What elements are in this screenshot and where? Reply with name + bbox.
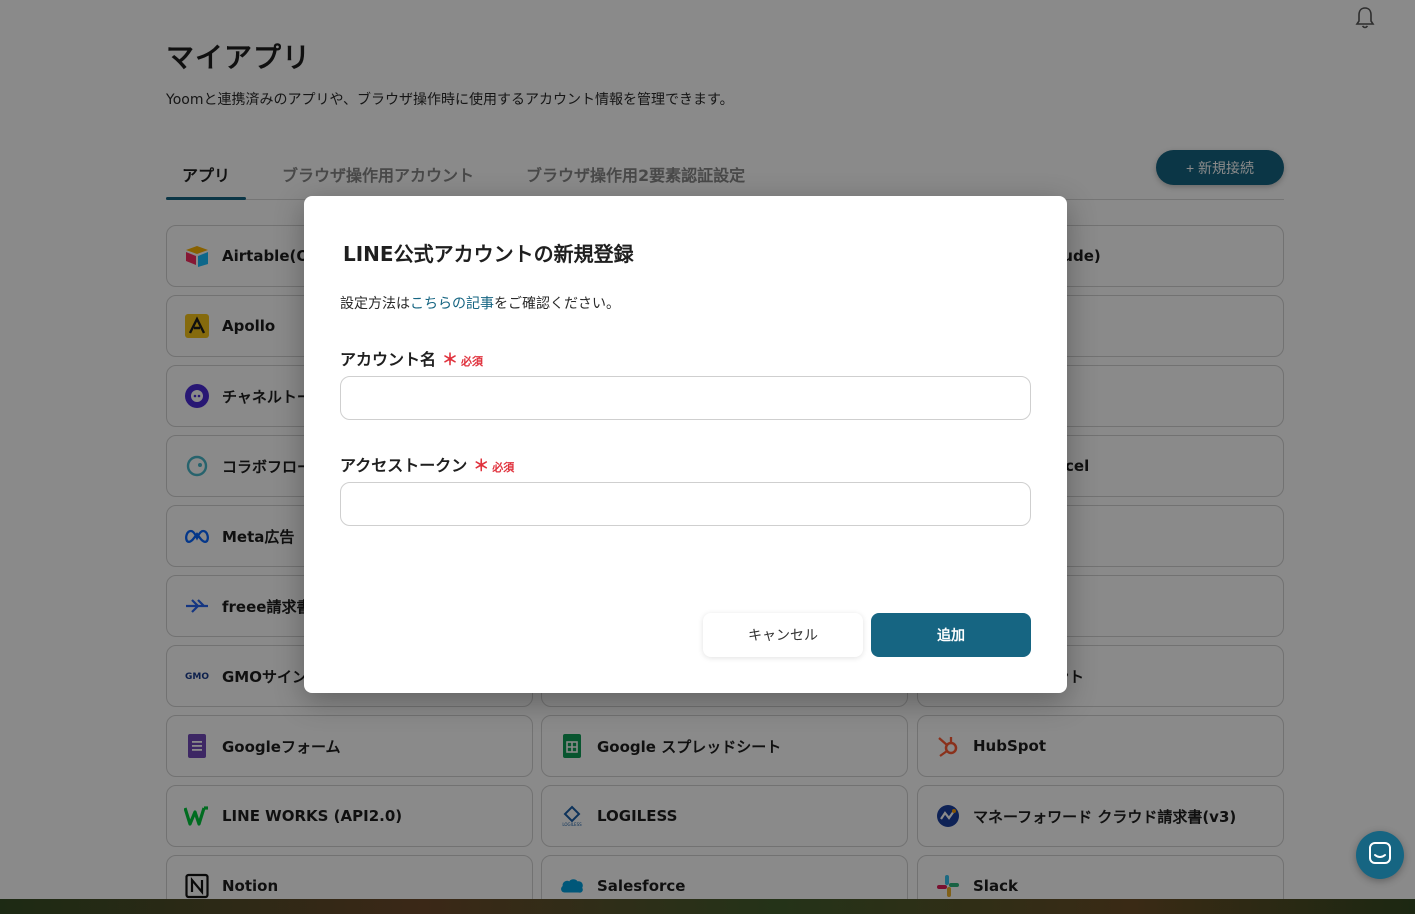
required-text: 必須 xyxy=(461,355,484,368)
cancel-button[interactable]: キャンセル xyxy=(703,613,863,657)
modal-title: LINE公式アカウントの新規登録 xyxy=(343,242,634,266)
access-token-input[interactable] xyxy=(340,482,1031,526)
field-label-text: アクセストークン xyxy=(340,456,468,475)
chat-icon xyxy=(1368,841,1392,869)
add-button[interactable]: 追加 xyxy=(871,613,1031,657)
article-link[interactable]: こちらの記事 xyxy=(410,296,494,312)
background-image-strip xyxy=(0,899,1415,914)
info-prefix: 設定方法は xyxy=(340,296,410,312)
account-name-input[interactable] xyxy=(340,376,1031,420)
required-text: 必須 xyxy=(492,461,515,474)
required-asterisk: ＊ xyxy=(473,456,490,475)
info-suffix: をご確認ください。 xyxy=(494,296,620,312)
line-official-account-registration-modal: LINE公式アカウントの新規登録 設定方法はこちらの記事をご確認ください。 アカ… xyxy=(304,196,1067,693)
field-label-text: アカウント名 xyxy=(340,350,437,369)
required-asterisk: ＊ xyxy=(442,350,459,369)
account-name-label: アカウント名 ＊ 必須 xyxy=(340,346,483,370)
modal-instructions: 設定方法はこちらの記事をご確認ください。 xyxy=(340,293,620,313)
access-token-label: アクセストークン ＊ 必須 xyxy=(340,452,514,476)
chat-support-button[interactable] xyxy=(1356,831,1404,879)
